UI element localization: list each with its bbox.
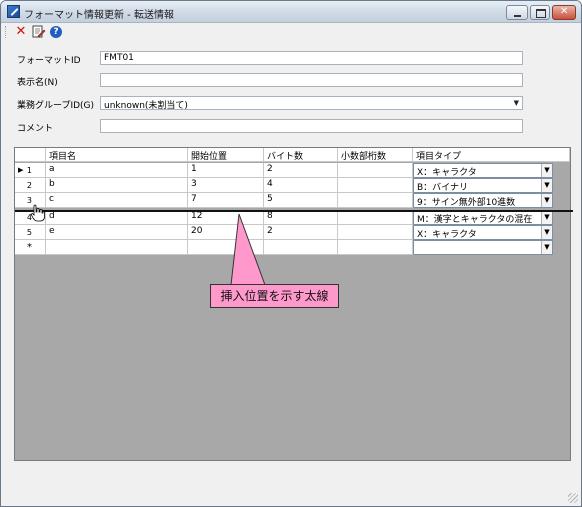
app-icon <box>7 5 20 18</box>
minimize-button[interactable] <box>506 5 528 20</box>
cell-name[interactable]: a <box>46 163 188 178</box>
format-id-label: フォーマットID <box>17 56 81 66</box>
row-number: 1 <box>26 166 32 175</box>
business-group-value: unknown(未割当て) <box>104 101 188 111</box>
maximize-button[interactable] <box>530 5 550 20</box>
cell-start[interactable]: 7 <box>188 193 264 208</box>
comment-label: コメント <box>17 124 54 134</box>
cell-name[interactable] <box>46 240 188 255</box>
chevron-down-icon[interactable]: ▼ <box>541 164 552 177</box>
cell-name[interactable]: c <box>46 193 188 208</box>
cell-start[interactable]: 3 <box>188 178 264 193</box>
cell-bytes[interactable]: 8 <box>264 210 338 225</box>
cell-type-select[interactable]: B：バイナリ ▼ <box>413 178 553 193</box>
display-name-label: 表示名(N) <box>17 78 58 88</box>
display-name-field[interactable] <box>100 73 523 87</box>
close-x-icon[interactable]: ✕ <box>14 25 28 39</box>
chevron-down-icon[interactable]: ▼ <box>541 211 552 224</box>
cell-type-value: B：バイナリ <box>417 183 468 193</box>
drag-hand-icon <box>31 204 45 222</box>
cell-type-value: X：キャラクタ <box>417 168 477 178</box>
col-header-bytes[interactable]: バイト数 <box>264 148 338 162</box>
cell-bytes[interactable]: 4 <box>264 178 338 193</box>
cell-type-value: 9：サイン無外部10進数 <box>417 198 516 208</box>
format-edit-window: フォーマット情報更新 - 転送情報 ✕ ? フォーマットID FMT01 表示名… <box>0 0 582 507</box>
comment-field[interactable] <box>100 119 523 133</box>
row-header[interactable]: 5 <box>15 225 46 240</box>
new-row-marker: * <box>27 242 32 253</box>
cell-decimals[interactable] <box>338 193 413 208</box>
row-header[interactable]: 2 <box>15 178 46 193</box>
row-number: 5 <box>26 228 32 237</box>
cell-type-select[interactable]: M：漢字とキャラクタの混在 ▼ <box>413 210 553 225</box>
callout-label: 挿入位置を示す太線 <box>210 284 339 308</box>
grid-body: 項目名 開始位置 バイト数 小数部桁数 項目タイプ ▶ 1 a 1 2 X：キャラ… <box>15 148 570 261</box>
cell-type-select[interactable]: 9：サイン無外部10進数 ▼ <box>413 193 553 208</box>
format-id-field[interactable]: FMT01 <box>100 51 523 65</box>
cell-start[interactable]: 12 <box>188 210 264 225</box>
cell-type-select[interactable]: ▼ <box>413 240 553 255</box>
cell-decimals[interactable] <box>338 225 413 240</box>
business-group-label: 業務グループID(G) <box>17 101 95 111</box>
cell-type-select[interactable]: X：キャラクタ ▼ <box>413 163 553 178</box>
cell-decimals[interactable] <box>338 178 413 193</box>
insertion-position-line <box>15 210 573 212</box>
grid-corner <box>15 148 46 162</box>
cell-bytes[interactable]: 2 <box>264 163 338 178</box>
cell-start[interactable] <box>188 240 264 255</box>
chevron-down-icon[interactable]: ▼ <box>541 241 552 254</box>
row-number: 2 <box>26 181 32 190</box>
chevron-down-icon[interactable]: ▼ <box>541 226 552 239</box>
col-header-name[interactable]: 項目名 <box>46 148 188 162</box>
col-header-start[interactable]: 開始位置 <box>188 148 264 162</box>
cell-start[interactable]: 20 <box>188 225 264 240</box>
cell-bytes[interactable]: 5 <box>264 193 338 208</box>
cell-decimals[interactable] <box>338 240 413 255</box>
business-group-select[interactable]: unknown(未割当て) ▼ <box>100 96 523 111</box>
window-close-button[interactable] <box>552 5 576 20</box>
chevron-down-icon[interactable]: ▼ <box>541 194 552 207</box>
cell-type-value: X：キャラクタ <box>417 230 477 240</box>
toolbar-grip <box>5 26 8 38</box>
page-edit-icon[interactable] <box>32 25 46 39</box>
cell-name[interactable]: e <box>46 225 188 240</box>
title-bar[interactable]: フォーマット情報更新 - 転送情報 <box>1 1 581 23</box>
cell-name[interactable]: d <box>46 210 188 225</box>
chevron-down-icon: ▼ <box>513 99 519 107</box>
cell-decimals[interactable] <box>338 163 413 178</box>
cell-decimals[interactable] <box>338 210 413 225</box>
window-title: フォーマット情報更新 - 転送情報 <box>24 10 174 21</box>
cell-name[interactable]: b <box>46 178 188 193</box>
col-header-decimals[interactable]: 小数部桁数 <box>338 148 413 162</box>
chevron-down-icon[interactable]: ▼ <box>541 179 552 192</box>
current-row-icon: ▶ <box>18 166 24 174</box>
resize-grip[interactable] <box>568 493 578 503</box>
cell-bytes[interactable] <box>264 240 338 255</box>
cell-bytes[interactable]: 2 <box>264 225 338 240</box>
cell-start[interactable]: 1 <box>188 163 264 178</box>
cell-type-select[interactable]: X：キャラクタ ▼ <box>413 225 553 240</box>
row-header-new[interactable]: * <box>15 240 46 255</box>
cell-type-value: M：漢字とキャラクタの混在 <box>417 215 533 225</box>
row-header[interactable]: ▶ 1 <box>15 163 46 178</box>
help-icon[interactable]: ? <box>49 25 63 39</box>
col-header-type[interactable]: 項目タイプ <box>413 148 570 162</box>
toolbar: ✕ ? <box>1 23 581 41</box>
